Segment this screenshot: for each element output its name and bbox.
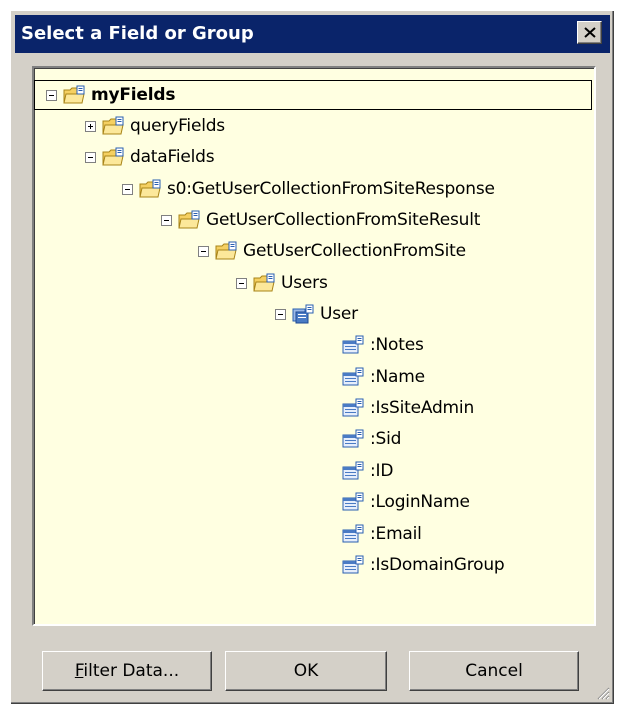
tree-node[interactable]: Users bbox=[236, 268, 328, 298]
tree-node-label: :Notes bbox=[370, 335, 424, 355]
tree-node-label: dataFields bbox=[130, 147, 215, 167]
ok-button[interactable]: OK bbox=[225, 651, 387, 691]
filter-data-button[interactable]: Filter Data... bbox=[42, 651, 212, 691]
tree-node-label: :IsDomainGroup bbox=[370, 555, 505, 575]
folder-icon bbox=[215, 241, 237, 261]
tree-node-label: s0:GetUserCollectionFromSiteResponse bbox=[167, 179, 495, 199]
collapse-minus-icon[interactable] bbox=[275, 308, 286, 320]
collapse-minus-icon[interactable] bbox=[198, 245, 209, 257]
tree-node[interactable]: :Sid bbox=[342, 424, 401, 454]
tree-node[interactable]: queryFields bbox=[85, 111, 225, 141]
collapse-minus-icon[interactable] bbox=[236, 277, 247, 289]
expand-plus-icon[interactable] bbox=[85, 120, 96, 132]
tree-node-label: queryFields bbox=[130, 116, 225, 136]
attribute-field-icon bbox=[342, 398, 364, 418]
tree-node[interactable]: dataFields bbox=[85, 142, 215, 172]
close-icon bbox=[584, 27, 596, 38]
repeating-group-icon bbox=[292, 304, 314, 324]
tree-node-label: GetUserCollectionFromSiteResult bbox=[206, 210, 481, 230]
tree-node-label: :ID bbox=[370, 461, 394, 481]
tree-node[interactable]: :ID bbox=[342, 456, 393, 486]
tree-node-label: Users bbox=[281, 273, 328, 293]
tree-node[interactable]: GetUserCollectionFromSiteResult bbox=[161, 205, 480, 235]
attribute-field-icon bbox=[342, 367, 364, 387]
tree-node[interactable]: :LoginName bbox=[342, 487, 470, 517]
ok-label: OK bbox=[293, 661, 319, 681]
select-field-dialog: Select a Field or Group myFields queryFie… bbox=[10, 10, 615, 705]
tree-node-label: :Sid bbox=[370, 429, 402, 449]
collapse-minus-icon[interactable] bbox=[46, 89, 57, 101]
collapse-minus-icon[interactable] bbox=[122, 183, 133, 195]
resize-grip-icon[interactable] bbox=[594, 684, 610, 700]
tree-node[interactable]: :Name bbox=[342, 362, 425, 392]
collapse-minus-icon[interactable] bbox=[85, 151, 96, 163]
collapse-minus-icon[interactable] bbox=[161, 214, 172, 226]
tree-node[interactable]: :Email bbox=[342, 519, 422, 549]
attribute-field-icon bbox=[342, 429, 364, 449]
tree-node-label: User bbox=[320, 304, 358, 324]
title-bar: Select a Field or Group bbox=[15, 15, 610, 53]
tree-node[interactable]: :IsDomainGroup bbox=[342, 550, 505, 580]
attribute-field-icon bbox=[342, 335, 364, 355]
folder-icon bbox=[253, 273, 275, 293]
attribute-field-icon bbox=[342, 524, 364, 544]
tree-node[interactable]: GetUserCollectionFromSite bbox=[198, 236, 466, 266]
tree-node-label: :Name bbox=[370, 367, 425, 387]
close-button[interactable] bbox=[577, 21, 602, 44]
folder-icon bbox=[102, 147, 124, 167]
tree-node[interactable]: :Notes bbox=[342, 330, 424, 360]
folder-icon bbox=[139, 179, 161, 199]
tree-node-label: :Email bbox=[370, 524, 422, 544]
attribute-field-icon bbox=[342, 492, 364, 512]
field-tree[interactable]: myFields queryFields dataFields s0:GetUserC… bbox=[32, 66, 596, 626]
tree-node[interactable]: :IsSiteAdmin bbox=[342, 393, 474, 423]
cancel-label: Cancel bbox=[465, 661, 523, 681]
tree-node-selected[interactable]: myFields bbox=[34, 80, 592, 110]
filter-data-label: ilter Data... bbox=[83, 661, 180, 681]
folder-icon bbox=[63, 85, 85, 105]
tree-node-label: :IsSiteAdmin bbox=[370, 398, 475, 418]
tree-node[interactable]: s0:GetUserCollectionFromSiteResponse bbox=[122, 174, 495, 204]
tree-node-label: :LoginName bbox=[370, 492, 470, 512]
attribute-field-icon bbox=[342, 555, 364, 575]
tree-node-label: GetUserCollectionFromSite bbox=[243, 241, 466, 261]
tree-node[interactable]: User bbox=[275, 299, 358, 329]
tree-node-label: myFields bbox=[91, 85, 176, 105]
dialog-title: Select a Field or Group bbox=[21, 23, 254, 44]
folder-icon bbox=[178, 210, 200, 230]
folder-icon bbox=[102, 116, 124, 136]
cancel-button[interactable]: Cancel bbox=[409, 651, 579, 691]
attribute-field-icon bbox=[342, 461, 364, 481]
